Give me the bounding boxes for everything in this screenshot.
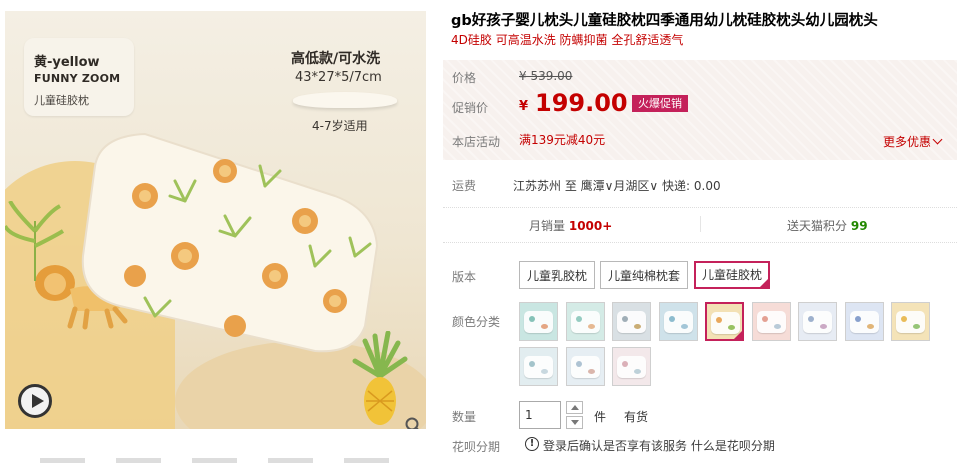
color-swatch[interactable]	[705, 302, 744, 341]
huabei-login-text: 登录后确认是否享有该服务	[543, 439, 688, 453]
currency-symbol: ¥	[519, 99, 529, 114]
monthly-sales: 月销量 1000+	[529, 217, 612, 234]
stock-status: 有货	[624, 410, 649, 424]
tmall-points: 送天猫积分 99	[787, 217, 868, 234]
promo-badge: 火爆促销	[632, 95, 688, 112]
color-swatch[interactable]	[658, 302, 698, 341]
chevron-down-icon	[932, 134, 943, 145]
thumbnail-strip	[40, 448, 420, 463]
monthly-sales-label: 月销量	[529, 219, 566, 233]
thumbnail[interactable]	[116, 458, 161, 463]
thumbnail[interactable]	[40, 458, 85, 463]
huabei-info: 登录后确认是否享有该服务 什么是花呗分期	[543, 437, 775, 454]
swatch-pillow-thumbnail	[570, 311, 600, 333]
swatch-pillow-thumbnail	[663, 311, 693, 333]
more-promos-link[interactable]: 更多优惠	[883, 133, 943, 150]
version-label: 版本	[452, 270, 477, 284]
tmall-points-label: 送天猫积分	[787, 219, 848, 233]
color-swatch[interactable]	[844, 302, 884, 341]
swatch-pillow-thumbnail	[896, 311, 925, 333]
spec-feature-text: 高低款/可水洗	[291, 51, 381, 67]
sales-stats-bar: 月销量 1000+ 送天猫积分 99	[443, 207, 957, 243]
original-price: ¥ 539.00	[519, 69, 573, 83]
tag-color-label: 黄-yellow	[34, 55, 100, 70]
quantity-decrease-button[interactable]	[566, 416, 583, 429]
swatch-pillow-thumbnail	[617, 311, 646, 333]
quantity-input[interactable]	[519, 401, 561, 429]
price-label: 价格	[452, 71, 477, 85]
version-option-cotton[interactable]: 儿童纯棉枕套	[600, 261, 688, 289]
more-promos-label: 更多优惠	[883, 135, 932, 149]
promo-price: 199.00	[535, 89, 628, 117]
store-activity-label: 本店活动	[452, 135, 501, 149]
pillow-illustration	[81, 132, 379, 353]
tag-product-label: 儿童硅胶枕	[34, 94, 89, 107]
product-subtitle: 4D硅胶 可高温水洗 防螨抑菌 全孔舒适透气	[451, 33, 684, 47]
color-swatch[interactable]	[565, 302, 605, 341]
huabei-help-link[interactable]: 什么是花呗分期	[691, 439, 775, 453]
color-label: 颜色分类	[452, 315, 501, 329]
spec-size-text: 43*27*5/7cm	[295, 70, 382, 85]
quantity-label: 数量	[452, 410, 477, 424]
thumbnail[interactable]	[192, 458, 237, 463]
plant-illustration-left	[5, 201, 65, 281]
product-title: gb好孩子婴儿枕头儿童硅胶枕四季通用幼儿枕硅胶枕头幼儿园枕头	[451, 13, 878, 29]
thumbnail[interactable]	[344, 458, 389, 463]
magnifier-icon[interactable]	[404, 416, 424, 429]
monthly-sales-value: 1000+	[568, 219, 613, 233]
color-swatch[interactable]	[565, 347, 605, 386]
version-option-latex[interactable]: 儿童乳胶枕	[519, 261, 595, 289]
color-swatch[interactable]	[519, 347, 558, 386]
product-gallery: 黄-yellow FUNNY ZOOM 儿童硅胶枕 高低款/可水洗 43*27*…	[0, 0, 426, 463]
tag-brand-label: FUNNY ZOOM	[34, 72, 121, 85]
tmall-points-value: 99	[850, 219, 868, 233]
quantity-unit: 件	[594, 410, 607, 424]
swatch-pillow-thumbnail	[711, 312, 740, 334]
version-option-silicone[interactable]: 儿童硅胶枕	[694, 261, 770, 289]
huabei-label: 花呗分期	[452, 440, 501, 454]
swatch-pillow-thumbnail	[524, 311, 553, 333]
color-swatch[interactable]	[751, 302, 791, 341]
swatch-pillow-thumbnail	[570, 356, 600, 378]
store-activity-text: 满139元减40元	[519, 133, 606, 147]
info-icon: !	[525, 437, 539, 451]
product-page: 黄-yellow FUNNY ZOOM 儿童硅胶枕 高低款/可水洗 43*27*…	[0, 0, 957, 463]
swatch-pillow-thumbnail	[756, 311, 786, 333]
color-swatch[interactable]	[519, 302, 558, 341]
thumbnail[interactable]	[268, 458, 313, 463]
shipping-label: 运费	[452, 179, 477, 193]
main-product-image[interactable]: 黄-yellow FUNNY ZOOM 儿童硅胶枕 高低款/可水洗 43*27*…	[5, 11, 426, 429]
stats-divider	[700, 216, 701, 232]
swatch-pillow-thumbnail	[524, 356, 553, 378]
product-detail: gb好孩子婴儿枕头儿童硅胶枕四季通用幼儿枕硅胶枕头幼儿园枕头 4D硅胶 可高温水…	[443, 0, 957, 454]
color-swatch[interactable]	[798, 302, 837, 341]
color-swatch[interactable]	[612, 302, 651, 341]
color-swatch[interactable]	[891, 302, 930, 341]
promo-price-label: 促销价	[452, 101, 489, 115]
color-swatch[interactable]	[612, 347, 651, 386]
swatch-pillow-thumbnail	[849, 311, 879, 333]
swatch-pillow-thumbnail	[803, 311, 832, 333]
shipping-value[interactable]: 江苏苏州 至 鹰潭∨月湖区∨ 快递: 0.00	[513, 177, 721, 194]
mini-pillow-illustration	[293, 92, 397, 108]
swatch-pillow-thumbnail	[617, 356, 646, 378]
quantity-increase-button[interactable]	[566, 401, 583, 414]
video-play-button[interactable]	[18, 384, 52, 418]
